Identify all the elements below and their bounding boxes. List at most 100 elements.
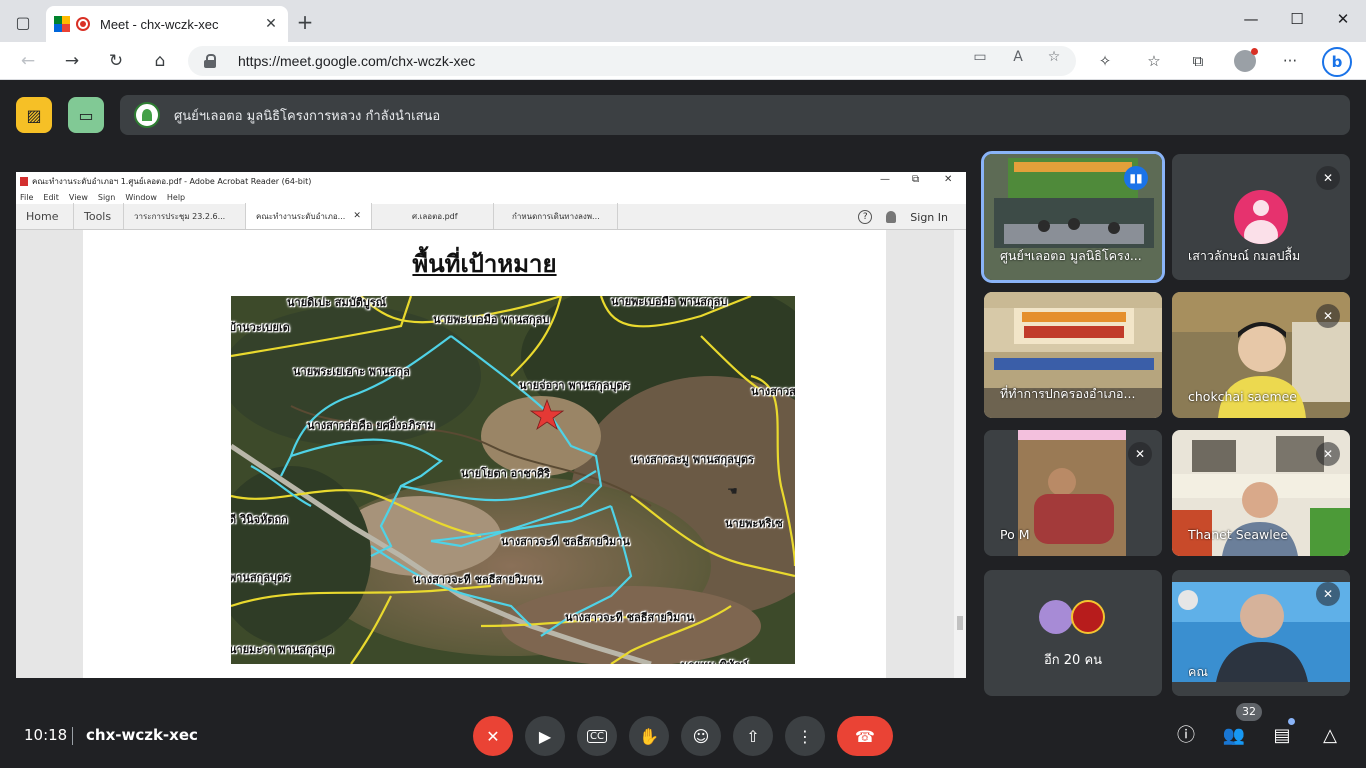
mic-off-icon: ✕ [1316, 304, 1340, 328]
map-label: นายจ่อวา พานสกุลบุตร [519, 379, 630, 392]
new-tab-icon[interactable]: + [294, 12, 316, 34]
bing-icon[interactable]: b [1322, 47, 1352, 77]
avatar [1234, 190, 1288, 244]
closed-caption-icon: CC [587, 729, 607, 743]
menu-sign: Sign [97, 192, 116, 202]
satellite-map: นายดิเปะ สมบัติบูรณ์ นายพะเบอมือ พานสกุล… [231, 296, 795, 664]
toggle-camera-button[interactable]: ▶ [525, 716, 565, 756]
captions-button[interactable]: CC [577, 716, 617, 756]
hide-presentation-icon[interactable]: ▨ [16, 97, 52, 133]
participant-tile-overflow[interactable]: อีก 20 คน [984, 570, 1162, 696]
chat-icon[interactable]: ▤ [1268, 722, 1296, 750]
notification-bell-icon [886, 211, 897, 223]
leave-call-button[interactable]: ☎ [837, 716, 893, 756]
acrobat-restore-icon: ⧉ [912, 174, 920, 185]
extensions-icon[interactable]: ✧ [1094, 51, 1116, 71]
help-icon: ? [858, 210, 873, 224]
settings-more-icon[interactable]: ··· [1279, 51, 1301, 71]
participant-tile[interactable]: ✕ คณ [1172, 570, 1350, 696]
mic-off-icon: ✕ [1128, 442, 1152, 466]
acrobat-sign-in: Sign In [910, 210, 948, 224]
map-label: นายโยตา อาชาศิริ [461, 467, 550, 480]
participant-tile[interactable]: ▮▮ ศูนย์ฯเลอตอ มูลนิธิโครง... [981, 151, 1165, 283]
emoji-button[interactable]: ☺ [681, 716, 721, 756]
meeting-details-icon[interactable]: ⓘ [1172, 722, 1200, 750]
participant-tile[interactable]: ✕ Po M [984, 430, 1162, 556]
add-favorite-icon[interactable]: ☆ [1044, 49, 1064, 65]
acrobat-tab-tools: Tools [74, 203, 124, 229]
menu-view: View [68, 192, 88, 202]
participant-name: เสาวลักษณ์ กมลปลื้ม [1188, 248, 1301, 263]
menu-help: Help [166, 192, 186, 202]
acrobat-tabs: Home Tools วาระการประชุม 23.2.6... คณะทำ… [16, 203, 966, 230]
favorites-icon[interactable]: ☆ [1143, 51, 1165, 71]
acrobat-title-bar: คณะทำงานระดับอำเภอฯ 1.ศูนย์เลอตอ.pdf - A… [16, 172, 966, 190]
raise-hand-button[interactable]: ✋ [629, 716, 669, 756]
more-participants-label: อีก 20 คน [1043, 653, 1103, 668]
meeting-code: chx-wczk-xec [86, 726, 198, 744]
more-options-button[interactable]: ⋮ [785, 716, 825, 756]
participant-tile[interactable]: ที่ทำการปกครองอำเภอ... [984, 292, 1162, 418]
participant-name: Po M [1000, 527, 1030, 542]
participant-name: ที่ทำการปกครองอำเภอ... [1000, 386, 1136, 401]
mic-off-icon: ✕ [1316, 442, 1340, 466]
tab-actions-icon[interactable]: ▢ [12, 12, 34, 34]
videocam-icon: ▶ [538, 726, 552, 746]
menu-file: File [20, 192, 34, 202]
recording-icon [76, 17, 90, 31]
home-icon[interactable]: ⌂ [148, 50, 172, 72]
acrobat-tab-doc4: กำหนดการเดินทางลงพ... [494, 203, 618, 229]
minimize-icon[interactable]: — [1236, 10, 1266, 28]
participant-tile[interactable]: ✕ Thanet Seawlee [1172, 430, 1350, 556]
back-icon[interactable]: ← [16, 50, 40, 72]
read-aloud-icon[interactable]: A [1008, 49, 1028, 65]
presenter-banner: ศูนย์ฯเลอตอ มูลนิธิโครงการหลวง กำลังนำเส… [120, 95, 1350, 135]
participant-name: คณ [1188, 664, 1208, 679]
browser-tab-meet[interactable]: Meet - chx-wczk-xec ✕ [46, 6, 288, 42]
profile-avatar[interactable] [1234, 48, 1258, 72]
reload-icon[interactable]: ↻ [104, 50, 128, 72]
chat-unread-indicator [1288, 718, 1295, 725]
address-bar[interactable]: https://meet.google.com/chx-wczk-xec [188, 46, 1076, 76]
map-label: นายหน พิทักษ์ [681, 656, 748, 664]
acrobat-tab-doc1: วาระการประชุม 23.2.6... [124, 203, 246, 229]
devices-icon[interactable]: ▭ [68, 97, 104, 133]
close-window-icon[interactable]: ✕ [1328, 10, 1358, 28]
mic-off-icon: ✕ [1316, 166, 1340, 190]
participant-name: chokchai saemee [1188, 389, 1298, 404]
map-label: นางสาวส่อคือ ยศยิ่งอภิราม [307, 419, 435, 432]
toggle-mic-button[interactable]: ✕ [473, 716, 513, 756]
acrobat-minimize-icon: — [880, 174, 890, 185]
presenter-text: ศูนย์ฯเลอตอ มูลนิธิโครงการหลวง กำลังนำเส… [174, 108, 441, 124]
map-label: นางสาวจะที ชลธีสายวิมาน [565, 611, 694, 624]
hand-icon: ✋ [639, 726, 659, 746]
activities-icon[interactable]: △ [1316, 722, 1344, 750]
emoji-icon: ☺ [692, 726, 710, 746]
royal-project-logo-icon [134, 102, 160, 128]
map-label: นางสาวจะที ชลธีสายวิมาน [501, 535, 630, 548]
participant-tile[interactable]: ✕ chokchai saemee [1172, 292, 1350, 418]
map-label: นางสาวจะที ชลธีสายวิมาน [413, 573, 542, 586]
acrobat-tab-doc3: ศ.เลอตอ.pdf [372, 203, 494, 229]
more-vert-icon: ⋮ [797, 726, 813, 746]
map-label: พานสกุลบุตร [231, 571, 291, 584]
shared-screen: คณะทำงานระดับอำเภอฯ 1.ศูนย์เลอตอ.pdf - A… [16, 172, 966, 678]
pdf-scrollbar [954, 230, 966, 678]
collections-icon[interactable]: ⧉ [1187, 51, 1209, 71]
map-label: นายพะเบอมือ พานสกุลบ [611, 296, 728, 308]
avatar [1039, 600, 1073, 634]
google-meet-icon [54, 16, 70, 32]
maximize-icon[interactable]: ☐ [1282, 10, 1312, 28]
participant-name: Thanet Seawlee [1188, 527, 1289, 542]
people-icon[interactable]: 👥 [1220, 722, 1248, 750]
camera-permission-icon[interactable]: ▭ [970, 49, 990, 65]
acrobat-tab-doc2-label: คณะทำงานระดับอำเภอ... [256, 211, 346, 221]
close-tab-icon[interactable]: ✕ [262, 16, 280, 32]
participant-tile[interactable]: ✕ เสาวลักษณ์ กมลปลื้ม [1172, 154, 1350, 280]
acrobat-right-tools: ? Sign In [858, 204, 966, 230]
divider [72, 727, 73, 745]
present-button[interactable]: ⇧ [733, 716, 773, 756]
acrobat-tab-close-icon: ✕ [353, 211, 361, 221]
acrobat-window-title: คณะทำงานระดับอำเภอฯ 1.ศูนย์เลอตอ.pdf - A… [32, 176, 312, 186]
forward-icon[interactable]: → [60, 50, 84, 72]
